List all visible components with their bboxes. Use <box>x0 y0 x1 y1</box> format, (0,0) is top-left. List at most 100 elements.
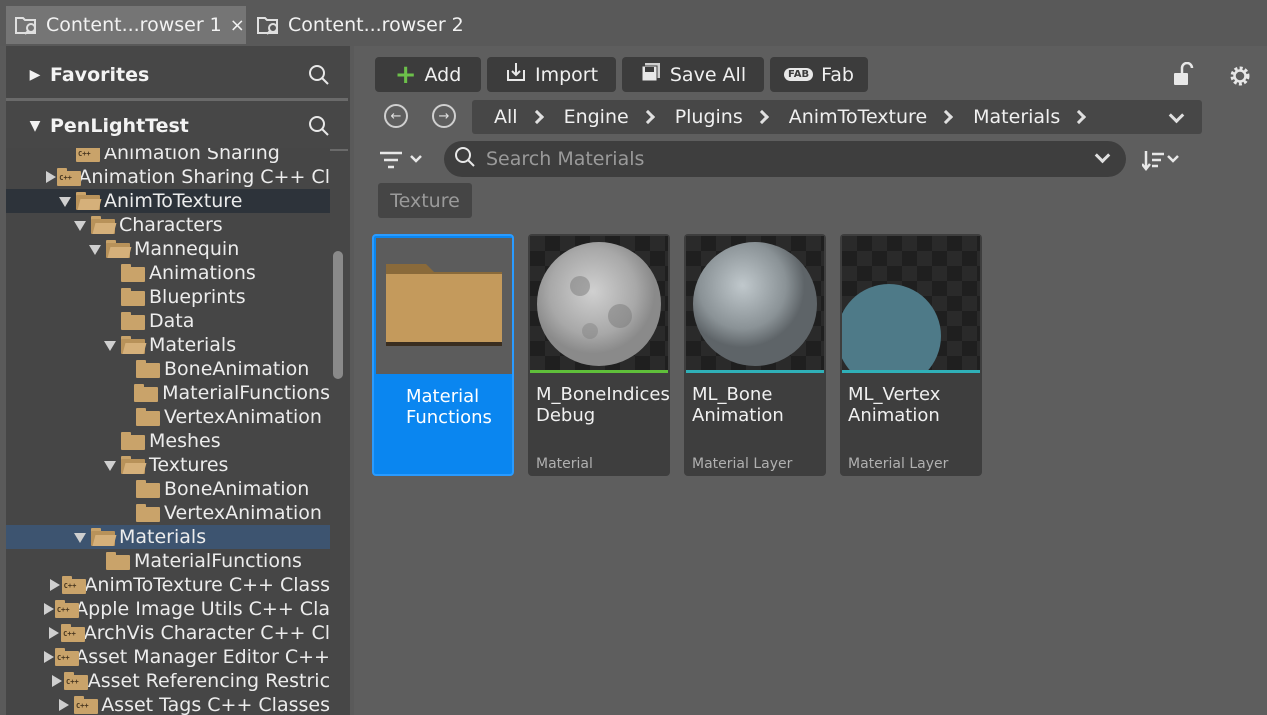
expand-arrow-icon[interactable] <box>47 578 60 592</box>
collapse-arrow-icon[interactable] <box>88 242 102 256</box>
asset-type-color-bar <box>842 370 980 373</box>
search-input[interactable]: Search Materials <box>444 141 1126 177</box>
tree-item[interactable]: VertexAnimation <box>6 405 330 429</box>
search-icon[interactable] <box>308 64 330 91</box>
expand-arrow-icon[interactable] <box>49 674 63 688</box>
tree-item[interactable]: C++ Asset Referencing Restric <box>6 669 330 693</box>
chevron-right-icon[interactable] <box>529 109 544 125</box>
tree-item[interactable]: MaterialFunctions <box>6 381 330 405</box>
expand-arrow-icon[interactable] <box>46 626 60 640</box>
collapse-arrow-icon[interactable] <box>58 194 72 208</box>
settings-gear-icon[interactable] <box>1227 63 1253 93</box>
project-header[interactable]: ▼ PenLightTest <box>6 101 346 151</box>
tree-item[interactable]: Textures <box>6 453 330 477</box>
folder-thumbnail-icon <box>376 238 512 374</box>
breadcrumb-engine[interactable]: Engine <box>564 106 629 128</box>
cpp-folder-icon: C++ <box>76 148 100 162</box>
breadcrumb-all[interactable]: All <box>494 106 518 128</box>
tree-item[interactable]: Data <box>6 309 330 333</box>
asset-tile-material[interactable]: M_BoneIndices Debug Material <box>528 234 670 476</box>
folder-icon <box>136 360 160 378</box>
fab-button[interactable]: FAB Fab <box>770 57 868 92</box>
add-button-label: Add <box>424 63 462 86</box>
unlock-icon[interactable] <box>1172 61 1196 92</box>
tree-item[interactable]: AnimToTexture <box>6 189 330 213</box>
save-all-button[interactable]: Save All <box>622 57 764 92</box>
favorites-header[interactable]: ▶ Favorites <box>6 50 346 100</box>
chevron-right-icon[interactable] <box>754 109 769 125</box>
add-button[interactable]: + Add <box>375 57 481 92</box>
tree-item[interactable]: Characters <box>6 213 330 237</box>
tree-item[interactable]: VertexAnimation <box>6 501 330 525</box>
tree-item-label: Animation Sharing <box>104 148 280 164</box>
tree-item-label: MaterialFunctions <box>134 550 302 572</box>
tree-item[interactable]: C++ Animation Sharing C++ Cl <box>6 165 330 189</box>
sort-icon[interactable] <box>1141 149 1188 175</box>
asset-tile-material-layer[interactable]: ML_Vertex Animation Material Layer <box>840 234 982 476</box>
filter-chip-texture[interactable]: Texture <box>378 183 472 218</box>
folder-icon <box>121 264 145 282</box>
cpp-folder-icon: C++ <box>57 168 82 186</box>
expand-arrow-icon[interactable] <box>41 602 54 616</box>
expand-arrow-icon[interactable] <box>56 698 70 712</box>
back-arrow-icon[interactable]: ← <box>384 104 408 128</box>
sources-panel: ▶ Favorites ▼ PenLightTest C++ Animation … <box>6 46 350 715</box>
import-button[interactable]: Import <box>487 57 616 92</box>
tree-item-label: Characters <box>119 214 223 236</box>
tree-item-label: Asset Manager Editor C++ <box>75 646 330 668</box>
close-icon[interactable]: × <box>230 15 245 36</box>
tree-item[interactable]: Blueprints <box>6 285 330 309</box>
filter-icon[interactable] <box>380 149 428 175</box>
tree-item-label: Apple Image Utils C++ Cla <box>75 598 330 620</box>
tree-item[interactable]: Animations <box>6 261 330 285</box>
collapse-arrow-icon[interactable] <box>103 338 117 352</box>
tree-item[interactable]: Mannequin <box>6 237 330 261</box>
collapse-arrow-icon[interactable] <box>103 458 117 472</box>
tree-item[interactable]: MaterialFunctions <box>6 549 330 573</box>
tree-item[interactable]: C++ ArchVis Character C++ Cl <box>6 621 330 645</box>
tree-item-label: AnimToTexture C++ Class <box>84 574 330 596</box>
folder-open-icon <box>106 240 132 258</box>
history-dropdown-chevron-icon[interactable] <box>1168 107 1185 124</box>
tab-label: Content...rowser 1 <box>46 14 222 36</box>
breadcrumb-animtotexture[interactable]: AnimToTexture <box>789 106 927 128</box>
tree-item[interactable]: BoneAnimation <box>6 477 330 501</box>
tree-item[interactable]: Materials <box>6 525 330 549</box>
favorites-label: Favorites <box>50 64 150 86</box>
chevron-right-icon[interactable] <box>640 109 655 125</box>
collapse-arrow-icon[interactable] <box>73 218 87 232</box>
folder-icon <box>134 384 159 402</box>
expand-right-icon[interactable]: ▶ <box>20 67 50 83</box>
collapse-arrow-icon[interactable] <box>73 530 87 544</box>
cpp-folder-icon: C++ <box>54 600 79 618</box>
forward-arrow-icon[interactable]: → <box>432 104 456 128</box>
search-icon[interactable] <box>308 115 330 142</box>
tree-item[interactable]: C++ Apple Image Utils C++ Cla <box>6 597 330 621</box>
tree-item[interactable]: C++ Asset Manager Editor C++ <box>6 645 330 669</box>
tree-scrollbar[interactable] <box>333 251 343 379</box>
tree-item-label: ArchVis Character C++ Cl <box>83 622 330 644</box>
search-history-chevron-icon[interactable] <box>1094 147 1111 164</box>
expand-arrow-icon[interactable] <box>43 170 57 184</box>
asset-tile-material-layer[interactable]: ML_Bone Animation Material Layer <box>684 234 826 476</box>
tree-item[interactable]: C++ AnimToTexture C++ Class <box>6 573 330 597</box>
folder-open-icon <box>91 216 117 234</box>
chevron-right-icon[interactable] <box>1072 109 1087 125</box>
tab-content-browser-1[interactable]: Content...rowser 1 × <box>6 6 246 44</box>
asset-tile-folder[interactable]: Material Functions <box>372 234 514 476</box>
tree-item[interactable]: C++ Animation Sharing <box>6 148 330 165</box>
tab-content-browser-2[interactable]: Content...rowser 2 <box>250 6 470 44</box>
breadcrumb-materials[interactable]: Materials <box>973 106 1060 128</box>
chevron-right-icon[interactable] <box>939 109 954 125</box>
tree-item[interactable]: Meshes <box>6 429 330 453</box>
tree-item-label: Animations <box>149 262 256 284</box>
tree-item[interactable]: BoneAnimation <box>6 357 330 381</box>
expand-down-icon[interactable]: ▼ <box>20 118 50 134</box>
breadcrumb-plugins[interactable]: Plugins <box>675 106 743 128</box>
tree-item[interactable]: Materials <box>6 333 330 357</box>
asset-view-panel: + Add Import Save All FAB Fab ← → All En… <box>354 46 1267 715</box>
cpp-folder-icon: C++ <box>54 648 79 666</box>
search-icon <box>454 146 476 173</box>
tree-item[interactable]: C++ Asset Tags C++ Classes <box>6 693 330 715</box>
expand-arrow-icon[interactable] <box>41 650 54 664</box>
